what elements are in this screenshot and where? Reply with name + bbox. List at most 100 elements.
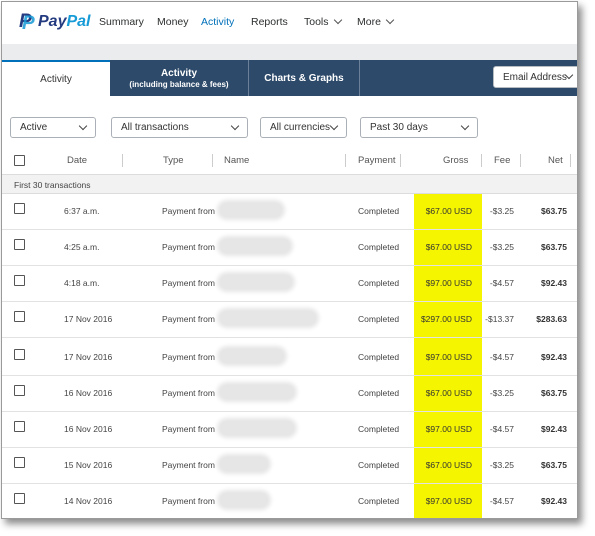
column-divider — [481, 154, 482, 167]
row-gross: $67.00 USD — [425, 242, 472, 252]
row-gross: $97.00 USD — [425, 278, 472, 288]
header-date[interactable]: Date — [67, 155, 87, 166]
paypal-logo[interactable]: PP PayPal — [18, 11, 90, 34]
row-date: 4:18 a.m. — [64, 278, 100, 288]
redacted-name — [220, 457, 268, 471]
tab-activity-balance[interactable]: Activity (including balance & fees) — [110, 60, 248, 96]
row-net: $283.63 — [536, 314, 567, 324]
row-net: $92.43 — [541, 424, 567, 434]
row-gross: $97.00 USD — [425, 424, 472, 434]
row-date: 17 Nov 2016 — [64, 352, 113, 362]
redacted-name — [220, 203, 282, 217]
tab-separator — [359, 60, 360, 96]
tab-activity-label: Activity — [40, 73, 72, 85]
redacted-name — [220, 385, 294, 399]
row-net: $92.43 — [541, 352, 567, 362]
row-date: 16 Nov 2016 — [64, 424, 113, 434]
paypal-activity-window: PP PayPal Summary Money Activity Reports… — [1, 1, 578, 519]
row-date: 16 Nov 2016 — [64, 388, 113, 398]
tab-activity-balance-label: Activity — [160, 67, 198, 79]
row-payment-status: Completed — [358, 278, 400, 288]
email-address-dropdown[interactable]: Email Address — [493, 66, 577, 88]
row-fee: -$4.57 — [489, 352, 514, 362]
transaction-type-filter[interactable]: All transactions — [111, 117, 248, 138]
header-type[interactable]: Type — [163, 155, 184, 166]
table-row[interactable]: 14 Nov 2016 Payment from Completed $97.00 U… — [2, 484, 577, 518]
table-row[interactable]: 15 Nov 2016 Payment from Completed $67.00 U… — [2, 448, 577, 484]
row-gross: $67.00 USD — [425, 460, 472, 470]
table-row[interactable]: 4:25 a.m. Payment from Completed $67.00 USD… — [2, 230, 577, 266]
currency-filter[interactable]: All currencies — [260, 117, 347, 138]
row-gross: $67.00 USD — [425, 388, 472, 398]
row-net: $63.75 — [541, 388, 567, 398]
redacted-name — [220, 493, 268, 507]
table-row[interactable]: 17 Nov 2016 Payment from Completed $97.00 U… — [2, 340, 577, 376]
row-type: Payment from — [162, 242, 215, 252]
row-payment-status: Completed — [358, 496, 400, 506]
row-payment-status: Completed — [358, 314, 400, 324]
row-checkbox[interactable] — [14, 203, 25, 214]
row-fee: -$13.37 — [485, 314, 514, 324]
row-date: 6:37 a.m. — [64, 206, 100, 216]
nav-money[interactable]: Money — [157, 16, 189, 28]
row-type: Payment from — [162, 460, 215, 470]
redacted-name — [220, 275, 292, 289]
tab-charts-graphs[interactable]: Charts & Graphs — [249, 60, 359, 96]
row-fee: -$4.57 — [489, 496, 514, 506]
nav-summary[interactable]: Summary — [99, 16, 144, 28]
select-all-checkbox[interactable] — [14, 155, 25, 166]
row-checkbox[interactable] — [14, 457, 25, 468]
row-gross: $67.00 USD — [425, 206, 472, 216]
row-date: 4:25 a.m. — [64, 242, 100, 252]
row-checkbox[interactable] — [14, 311, 25, 322]
header-gross[interactable]: Gross — [443, 155, 468, 166]
row-checkbox[interactable] — [14, 385, 25, 396]
chevron-down-icon — [460, 121, 470, 131]
table-row[interactable]: 17 Nov 2016 Payment from Completed $297.00 … — [2, 302, 577, 338]
header-net[interactable]: Net — [548, 155, 563, 166]
row-checkbox[interactable] — [14, 421, 25, 432]
nav-more[interactable]: More — [357, 15, 395, 28]
row-fee: -$3.25 — [489, 242, 514, 252]
row-net: $92.43 — [541, 496, 567, 506]
table-row[interactable]: 16 Nov 2016 Payment from Completed $67.00 U… — [2, 376, 577, 412]
row-gross: $297.00 USD — [420, 314, 472, 324]
redacted-name — [220, 349, 284, 363]
row-net: $63.75 — [541, 206, 567, 216]
table-row[interactable]: 16 Nov 2016 Payment from Completed $97.00 U… — [2, 412, 577, 448]
table-row[interactable]: 6:37 a.m. Payment from Completed $67.00 USD… — [2, 194, 577, 230]
date-range-filter[interactable]: Past 30 days — [360, 117, 478, 138]
row-payment-status: Completed — [358, 206, 400, 216]
table-row[interactable]: 4:18 a.m. Payment from Completed $97.00 USD… — [2, 266, 577, 302]
redacted-name — [220, 311, 316, 325]
nav-activity[interactable]: Activity — [201, 16, 234, 28]
header-payment[interactable]: Payment — [358, 155, 396, 166]
row-fee: -$4.57 — [489, 278, 514, 288]
row-checkbox[interactable] — [14, 239, 25, 250]
status-filter-value: Active — [20, 122, 48, 133]
currency-filter-value: All currencies — [270, 122, 331, 133]
row-type: Payment from — [162, 388, 215, 398]
row-type: Payment from — [162, 352, 215, 362]
nav-tools[interactable]: Tools — [304, 15, 342, 28]
tab-activity[interactable]: Activity — [2, 60, 110, 96]
column-divider — [400, 154, 401, 167]
row-type: Payment from — [162, 424, 215, 434]
email-dropdown-label: Email Address — [503, 72, 567, 83]
row-checkbox[interactable] — [14, 275, 25, 286]
header-name[interactable]: Name — [224, 155, 249, 166]
transaction-group-header: First 30 transactions — [2, 174, 577, 194]
status-filter[interactable]: Active — [10, 117, 96, 138]
column-divider — [212, 154, 213, 167]
row-net: $63.75 — [541, 242, 567, 252]
column-divider — [570, 154, 571, 167]
row-fee: -$3.25 — [489, 460, 514, 470]
header-fee[interactable]: Fee — [494, 155, 510, 166]
row-payment-status: Completed — [358, 242, 400, 252]
table-header: Date Type Name Payment Gross Fee Net — [2, 150, 577, 172]
chevron-down-icon — [385, 15, 395, 25]
row-checkbox[interactable] — [14, 493, 25, 504]
row-checkbox[interactable] — [14, 349, 25, 360]
nav-reports[interactable]: Reports — [251, 16, 288, 28]
nav-tools-label: Tools — [304, 16, 329, 28]
